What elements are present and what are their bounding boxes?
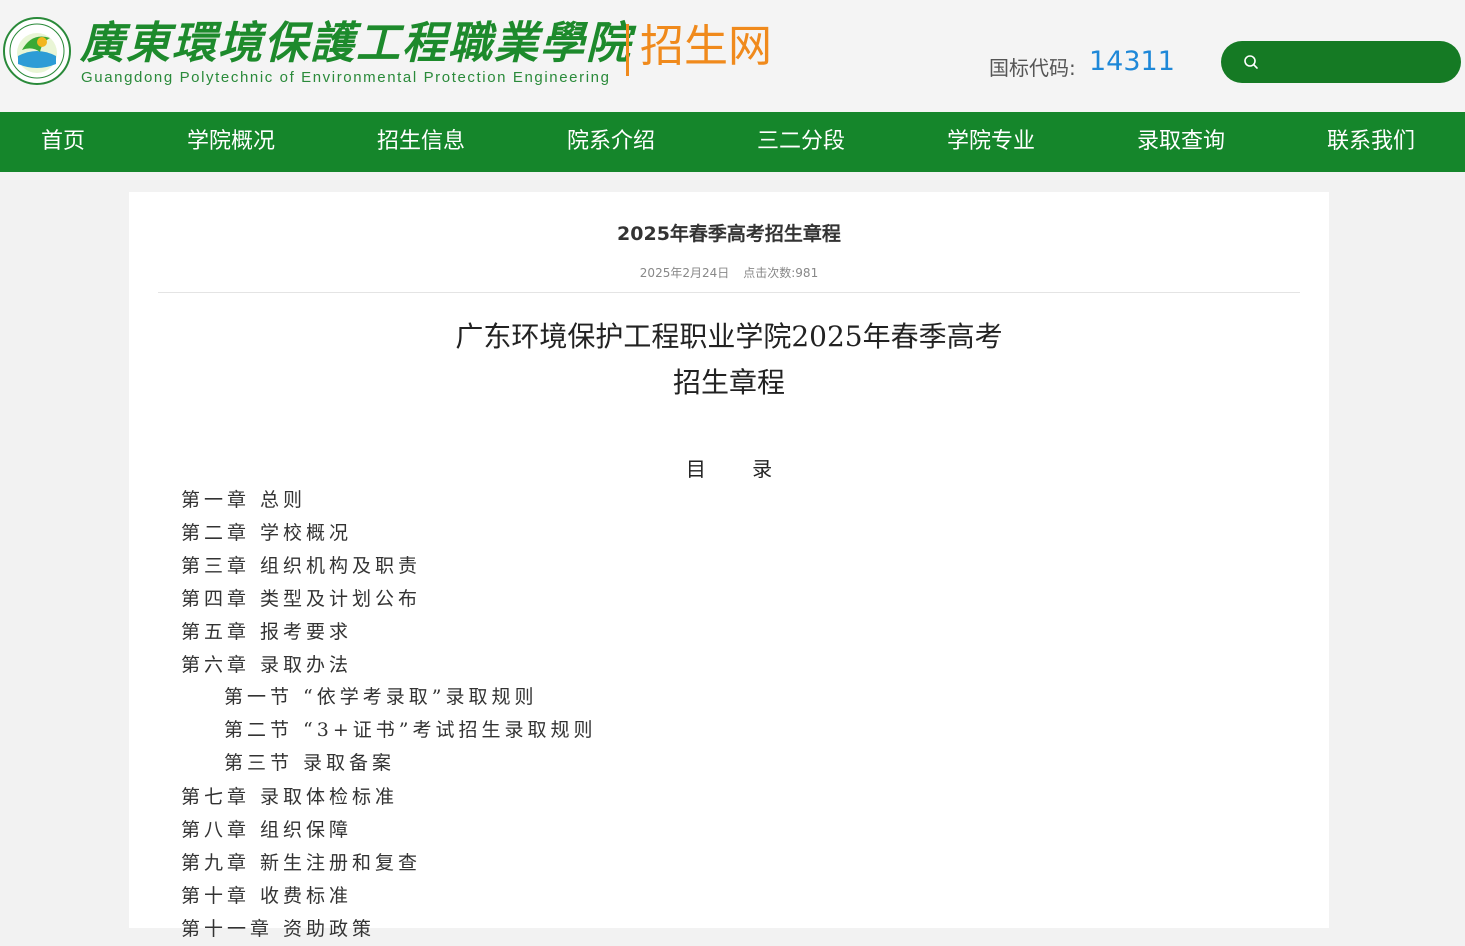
- article-container: 2025年春季高考招生章程 2025年2月24日 点击次数:981 广东环境保护工…: [129, 192, 1329, 940]
- toc-subitem[interactable]: 第一节 “依学考录取”录取规则: [224, 681, 537, 714]
- college-english-name: Guangdong Polytechnic of Environmental P…: [81, 69, 611, 86]
- nav-item-contact[interactable]: 联系我们: [1327, 112, 1415, 172]
- toc-item[interactable]: 第八章 组织保障: [181, 814, 352, 847]
- nav-item-admissions-info[interactable]: 招生信息: [377, 112, 465, 172]
- toc-item[interactable]: 第一章 总则: [181, 484, 306, 517]
- toc-subitem[interactable]: 第三节 录取备案: [224, 747, 395, 780]
- nav-item-majors[interactable]: 学院专业: [947, 112, 1035, 172]
- toc-item[interactable]: 第三章 组织机构及职责: [181, 550, 421, 583]
- toc-item[interactable]: 第十一章 资助政策: [181, 913, 375, 946]
- nav-item-departments[interactable]: 院系介绍: [567, 112, 655, 172]
- college-name-logo[interactable]: 廣東環境保護工程職業學院: [80, 18, 632, 70]
- main-nav: 首页 学院概况 招生信息 院系介绍 三二分段 学院专业 录取查询 联系我们: [0, 112, 1465, 172]
- toc-item[interactable]: 第二章 学校概况: [181, 517, 352, 550]
- toc-item[interactable]: 第十章 收费标准: [181, 880, 352, 913]
- national-code-value: 14311: [1089, 46, 1175, 77]
- search-input[interactable]: [1269, 47, 1453, 79]
- site-header: 廣東環境保護工程職業學院 Guangdong Polytechnic of En…: [0, 0, 1465, 112]
- toc-item[interactable]: 第五章 报考要求: [181, 616, 352, 649]
- national-code-label: 国标代码:: [989, 56, 1076, 80]
- toc-item[interactable]: 第九章 新生注册和复查: [181, 847, 421, 880]
- search-box[interactable]: [1221, 41, 1461, 83]
- nav-item-home[interactable]: 首页: [41, 112, 85, 172]
- admissions-site-label: 招生网: [640, 21, 772, 72]
- article-date: 2025年2月24日: [639, 266, 730, 280]
- toc-item[interactable]: 第六章 录取办法: [181, 649, 352, 682]
- logo-divider: [626, 24, 629, 76]
- document-title: 广东环境保护工程职业学院2025年春季高考 招生章程: [129, 314, 1329, 406]
- divider: [158, 292, 1300, 293]
- document-title-line-1: 广东环境保护工程职业学院2025年春季高考: [455, 320, 1003, 353]
- article-views: 点击次数:981: [743, 266, 819, 280]
- nav-item-three-two-program[interactable]: 三二分段: [757, 112, 845, 172]
- document-title-line-2: 招生章程: [672, 366, 785, 399]
- college-emblem-icon[interactable]: [2, 16, 72, 86]
- toc-item[interactable]: 第七章 录取体检标准: [181, 781, 398, 814]
- article-meta: 2025年2月24日 点击次数:981: [129, 264, 1329, 281]
- nav-item-admission-query[interactable]: 录取查询: [1137, 112, 1225, 172]
- search-icon[interactable]: [1243, 54, 1259, 70]
- article-title: 2025年春季高考招生章程: [617, 223, 841, 245]
- toc-subitem[interactable]: 第二节 “3+证书”考试招生录取规则: [224, 714, 596, 747]
- toc-item[interactable]: 第四章 类型及计划公布: [181, 583, 421, 616]
- toc-heading: 目 录: [685, 457, 793, 481]
- nav-item-about[interactable]: 学院概况: [187, 112, 275, 172]
